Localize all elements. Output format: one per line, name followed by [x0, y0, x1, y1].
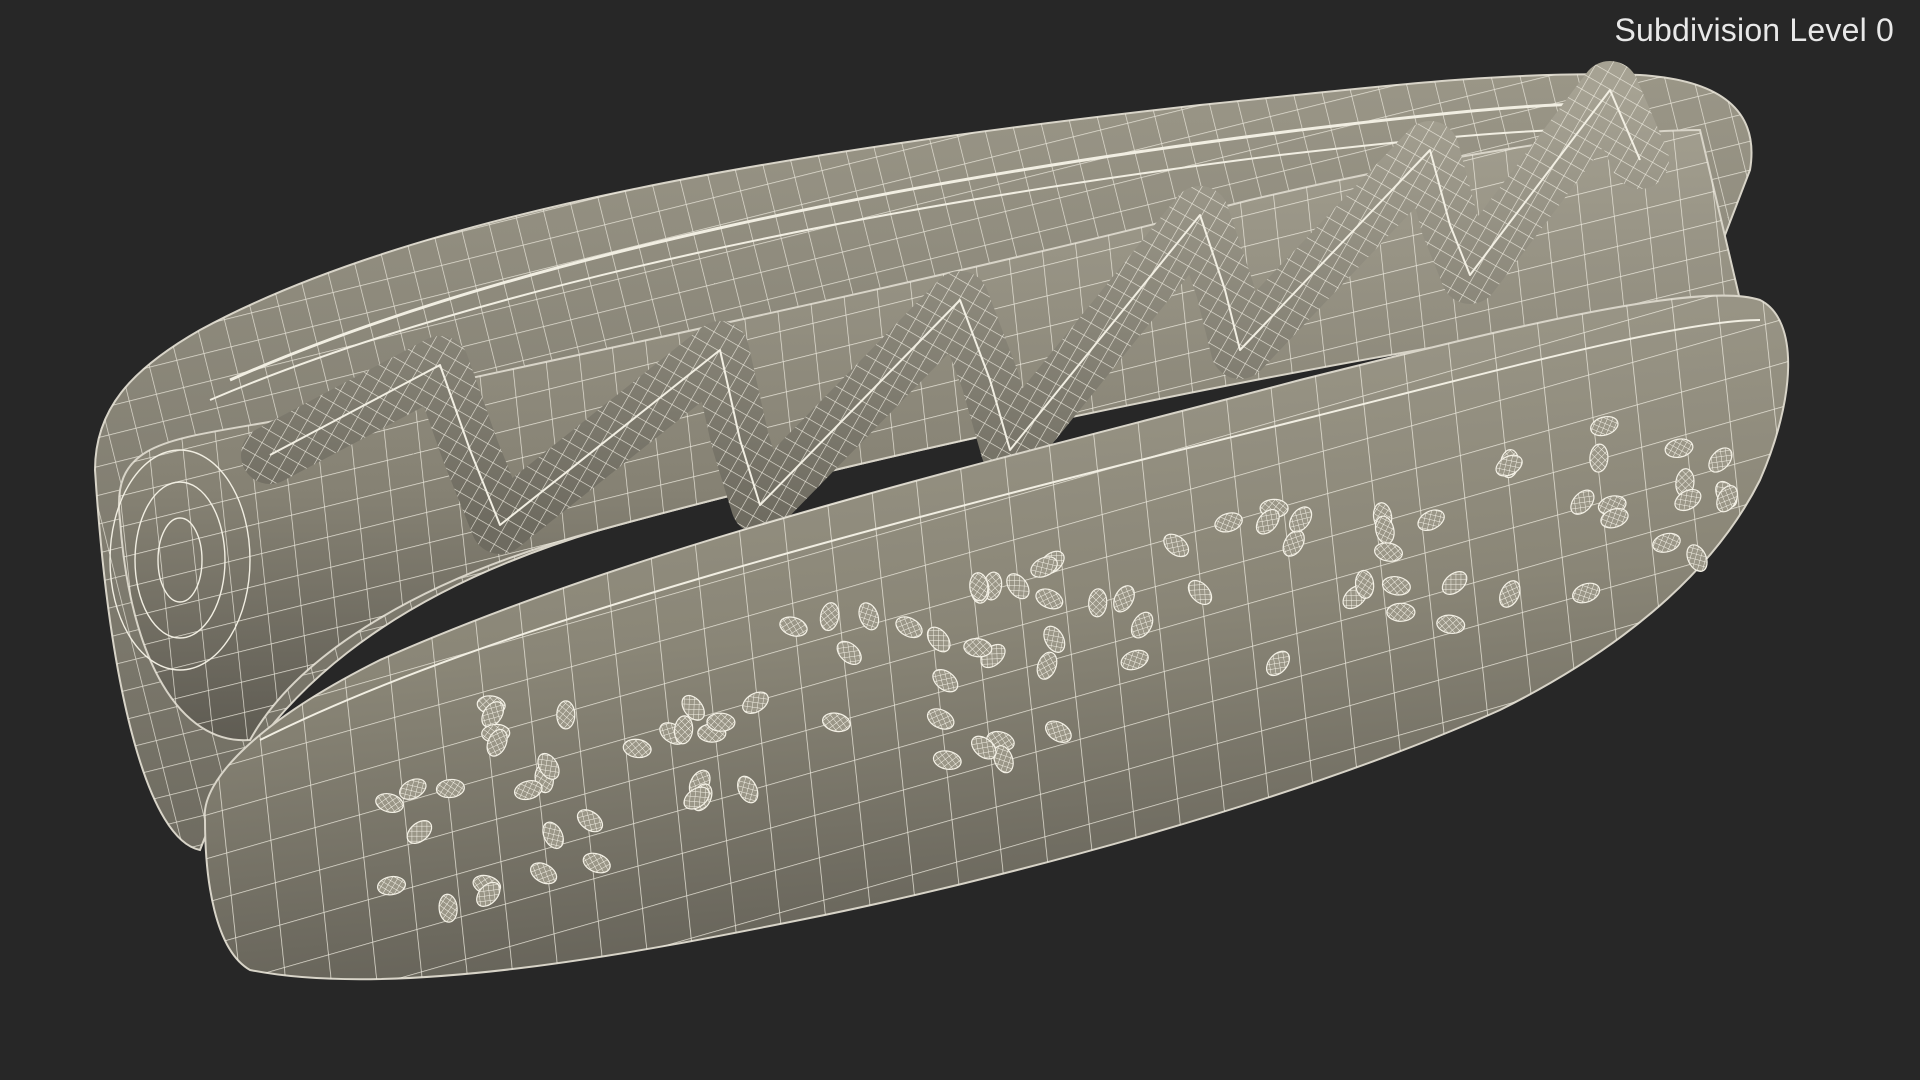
hotdog-wireframe-model[interactable]	[0, 0, 1920, 1080]
sesame-seed-wire	[1386, 603, 1415, 622]
3d-viewport[interactable]: Subdivision Level 0	[0, 0, 1920, 1080]
sesame-seed-wire	[556, 700, 575, 729]
subdivision-level-label: Subdivision Level 0	[1614, 12, 1894, 48]
